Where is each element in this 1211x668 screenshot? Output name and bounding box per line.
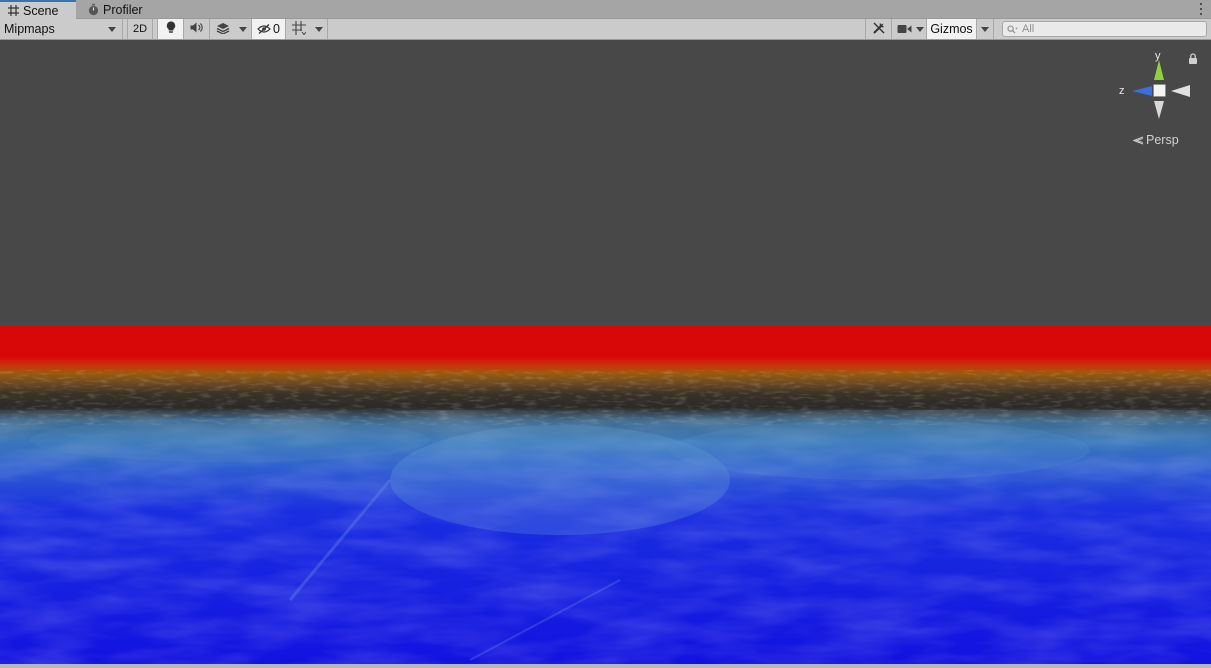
y-axis-label: y — [1155, 50, 1161, 62]
lock-icon[interactable] — [1187, 53, 1199, 65]
scene-toolbar: Mipmaps 2D 0 Gizmos All — [0, 19, 1211, 40]
lightbulb-icon — [166, 21, 176, 37]
2d-mode-button[interactable]: 2D — [128, 19, 153, 39]
tab-profiler-label: Profiler — [103, 2, 143, 17]
z-axis-label: z — [1119, 85, 1125, 97]
x-axis-cone[interactable] — [1171, 85, 1190, 97]
layers-icon — [216, 22, 230, 37]
chevron-down-icon — [981, 26, 989, 32]
terrain-render — [0, 326, 1211, 664]
chevron-down-icon — [315, 26, 323, 32]
scene-viewport[interactable]: y z Persp — [0, 40, 1211, 664]
camera-settings-button[interactable] — [892, 19, 927, 39]
search-input[interactable] — [1018, 23, 1188, 35]
tab-scene-label: Scene — [23, 3, 59, 18]
tab-profiler[interactable]: Profiler — [80, 0, 150, 19]
grid-icon — [6, 4, 20, 18]
gizmos-dropdown[interactable] — [977, 19, 994, 39]
effects-dropdown[interactable] — [235, 19, 252, 39]
chevron-down-icon — [108, 26, 116, 32]
projection-toggle[interactable]: Persp — [1133, 133, 1179, 147]
gizmos-label: Gizmos — [930, 22, 973, 36]
window-bottom-edge — [0, 664, 1211, 668]
y-axis-cone[interactable] — [1154, 60, 1164, 80]
2d-mode-label: 2D — [132, 23, 148, 35]
hidden-count: 0 — [273, 22, 280, 36]
grid-axis-icon — [291, 20, 306, 38]
scene-lighting-button[interactable] — [158, 19, 184, 39]
neg-y-axis-cone[interactable] — [1154, 101, 1164, 119]
eye-hidden-icon — [257, 24, 271, 34]
z-axis-cone[interactable] — [1132, 86, 1152, 96]
search-icon — [1007, 24, 1018, 34]
chevron-down-icon — [916, 26, 924, 32]
camera-icon — [897, 24, 912, 34]
draw-mode-value: Mipmaps — [4, 22, 55, 36]
tab-bar: Scene Profiler — [0, 0, 1211, 19]
chevron-down-icon — [239, 26, 247, 32]
scene-audio-button[interactable] — [184, 19, 210, 39]
grid-snap-button[interactable] — [286, 19, 311, 39]
perspective-icon — [1133, 135, 1144, 145]
tools-button[interactable] — [865, 19, 892, 39]
speaker-icon — [190, 22, 203, 36]
stopwatch-icon — [86, 3, 100, 17]
gizmos-button[interactable]: Gizmos — [927, 19, 977, 39]
tools-icon — [872, 21, 886, 38]
grid-dropdown[interactable] — [311, 19, 328, 39]
scene-visibility-button[interactable]: 0 — [252, 19, 286, 39]
effects-button[interactable] — [210, 19, 235, 39]
draw-mode-dropdown[interactable]: Mipmaps — [0, 19, 123, 39]
projection-label: Persp — [1146, 133, 1179, 147]
projection-cube[interactable] — [1153, 84, 1166, 97]
tab-scene[interactable]: Scene — [0, 0, 76, 19]
more-options-icon[interactable] — [1197, 2, 1205, 16]
scene-search-field[interactable] — [1002, 21, 1207, 37]
